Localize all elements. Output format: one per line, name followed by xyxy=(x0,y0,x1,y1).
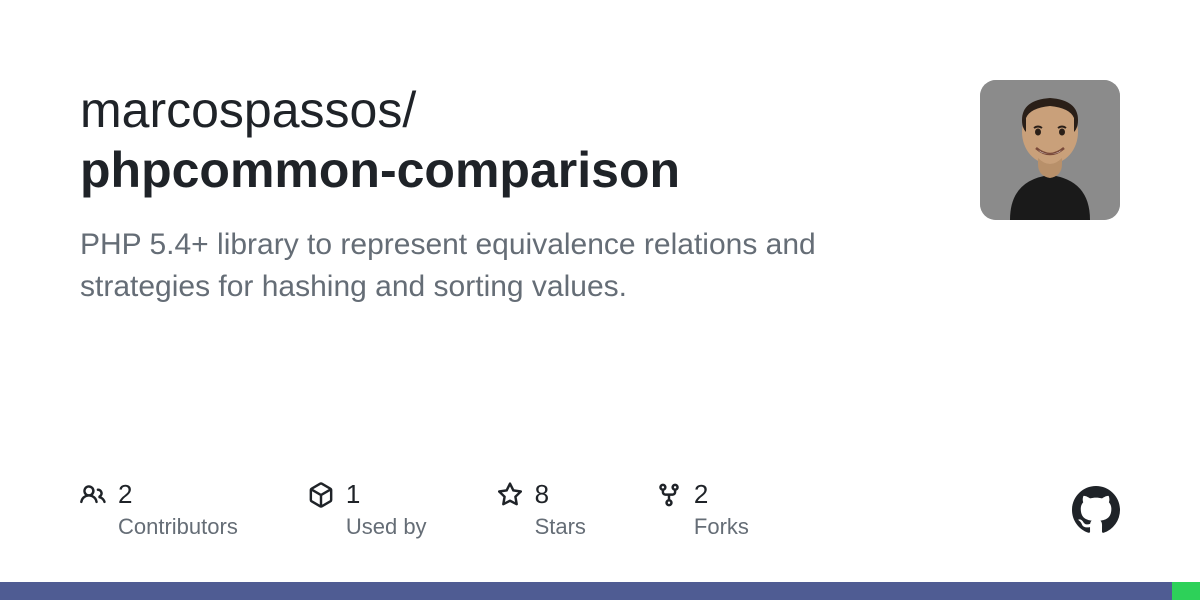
star-icon xyxy=(497,482,523,508)
github-logo-icon xyxy=(1072,486,1120,534)
repo-title: marcospassos/ phpcommon-comparison xyxy=(80,80,940,200)
stat-label: Contributors xyxy=(118,514,238,540)
stat-label: Forks xyxy=(694,514,749,540)
repo-name: phpcommon-comparison xyxy=(80,142,680,198)
language-bar xyxy=(0,582,1200,600)
stat-contributors: 2 Contributors xyxy=(80,479,238,540)
stat-value: 2 xyxy=(694,479,708,510)
stat-usedby: 1 Used by xyxy=(308,479,427,540)
fork-icon xyxy=(656,482,682,508)
stats-group: 2 Contributors 1 Used by 8 Stars xyxy=(80,479,749,540)
title-block: marcospassos/ phpcommon-comparison PHP 5… xyxy=(80,80,980,308)
stat-value: 2 xyxy=(118,479,132,510)
header-row: marcospassos/ phpcommon-comparison PHP 5… xyxy=(80,80,1120,308)
avatar-image xyxy=(980,80,1120,220)
stats-row: 2 Contributors 1 Used by 8 Stars xyxy=(80,479,1120,540)
package-icon xyxy=(308,482,334,508)
stat-value: 8 xyxy=(535,479,549,510)
stat-stars: 8 Stars xyxy=(497,479,586,540)
repo-owner: marcospassos xyxy=(80,82,402,138)
avatar xyxy=(980,80,1120,220)
stat-value: 1 xyxy=(346,479,360,510)
stat-forks: 2 Forks xyxy=(656,479,749,540)
language-segment-primary xyxy=(0,582,1172,600)
social-card: marcospassos/ phpcommon-comparison PHP 5… xyxy=(0,0,1200,600)
stat-label: Stars xyxy=(535,514,586,540)
people-icon xyxy=(80,482,106,508)
repo-description: PHP 5.4+ library to represent equivalenc… xyxy=(80,224,900,308)
language-segment-accent xyxy=(1172,582,1200,600)
stat-label: Used by xyxy=(346,514,427,540)
